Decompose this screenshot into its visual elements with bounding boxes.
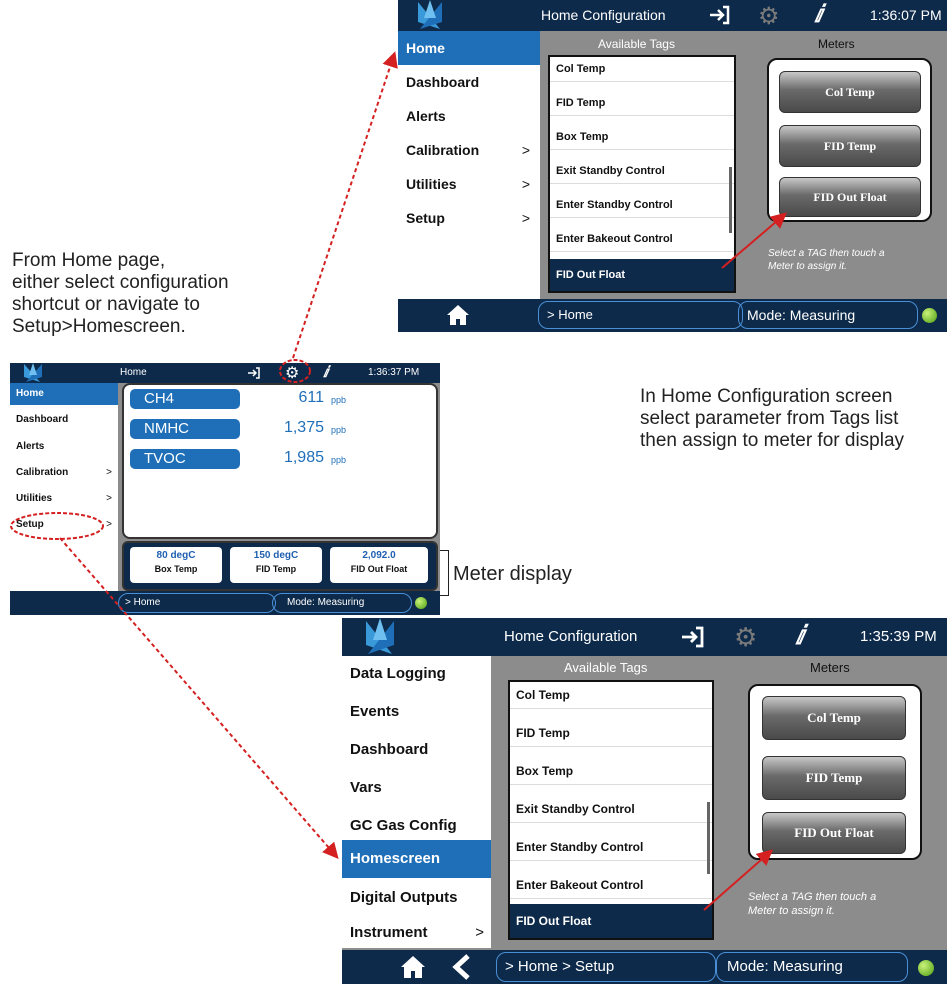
setup-highlight-ellipse <box>10 512 104 540</box>
arrow-tag-to-meter-top <box>721 212 788 269</box>
annotation-overlay <box>10 51 788 911</box>
arrow-gear-to-top-config <box>292 51 398 359</box>
gear-highlight-circle <box>279 359 311 383</box>
arrow-setup-to-homescreen <box>59 537 339 860</box>
arrow-tag-to-meter-bottom <box>703 849 774 911</box>
